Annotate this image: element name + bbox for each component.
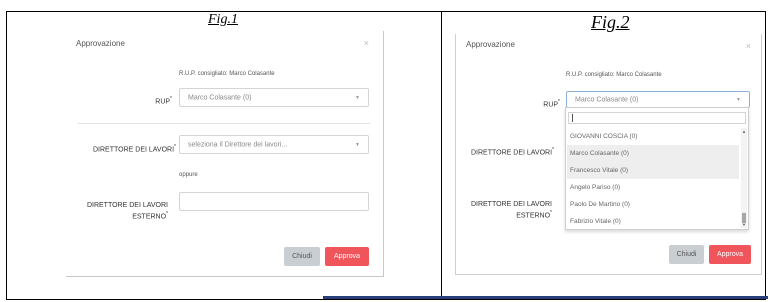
rup-select[interactable]: Marco Colasante (0) ▼ — [179, 88, 369, 107]
dropdown-option[interactable]: Francesco Vitale (0) — [567, 162, 739, 179]
direttore-select[interactable]: seleziona il Direttore dei lavori... ▼ — [179, 135, 369, 154]
close-icon[interactable]: × — [746, 41, 751, 51]
dropdown-option[interactable]: Marco Colasante (0) — [567, 145, 739, 162]
direttore-label: DIRETTORE DEI LAVORI* — [93, 144, 176, 154]
fig1-caption: Fig.1 — [208, 12, 238, 27]
dropdown-option[interactable]: GIOVANNI COSCIA (0) — [567, 128, 739, 145]
fig2-caption: Fig.2 — [591, 12, 630, 32]
dropdown-option[interactable]: Paolo De Martino (0) — [567, 196, 739, 213]
caret-down-icon: ▼ — [355, 94, 360, 101]
scroll-down-icon[interactable]: ▼ — [742, 222, 746, 227]
dropdown-option[interactable]: Fabrizio Vitale (0) — [567, 213, 739, 229]
caret-down-icon: ▼ — [355, 141, 360, 148]
direttore-select-placeholder: seleziona il Direttore dei lavori... — [188, 141, 288, 148]
rup-hint: R.U.P. consigliato: Marco Colasante — [179, 71, 275, 77]
rup-label: RUP* — [543, 99, 560, 109]
approve-button[interactable]: Approva — [325, 247, 369, 266]
figure-divider — [441, 11, 442, 300]
scroll-up-icon[interactable]: ▲ — [742, 129, 746, 134]
rup-select[interactable]: Marco Colasante (0) ▼ — [566, 91, 750, 108]
section-divider — [78, 123, 370, 124]
dialog-title: Approvazione — [76, 39, 125, 48]
dropdown-scrollbar[interactable]: ▲ ▼ — [741, 128, 747, 228]
bottom-rule — [323, 296, 768, 299]
rup-dropdown-list: GIOVANNI COSCIA (0) Marco Colasante (0) … — [565, 107, 749, 230]
close-button[interactable]: Chiudi — [284, 247, 320, 266]
text-cursor — [572, 114, 573, 122]
dialog-title: Approvazione — [466, 40, 515, 49]
direttore-esterno-label: DIRETTORE DEI LAVORI ESTERNO* — [470, 201, 552, 220]
dropdown-option[interactable]: Angelo Pariso (0) — [567, 179, 739, 196]
close-icon[interactable]: × — [364, 38, 369, 48]
approve-button[interactable]: Approva — [709, 245, 751, 264]
dropdown-search-input[interactable] — [568, 112, 746, 124]
direttore-esterno-input[interactable] — [179, 192, 369, 211]
direttore-esterno-label: DIRETTORE DEI LAVORI ESTERNO* — [86, 202, 168, 221]
caret-down-icon: ▼ — [736, 96, 741, 103]
oppure-text: oppure — [179, 172, 198, 178]
close-button[interactable]: Chiudi — [669, 245, 704, 264]
approval-dialog-fig1: Approvazione × R.U.P. consigliato: Marco… — [66, 31, 384, 277]
rup-select-value: Marco Colasante (0) — [575, 96, 639, 103]
rup-hint: R.U.P. consigliato: Marco Colasante — [566, 72, 662, 78]
direttore-label: DIRETTORE DEI LAVORI* — [471, 147, 554, 157]
rup-select-value: Marco Colasante (0) — [188, 94, 252, 101]
rup-label: RUP* — [155, 96, 172, 106]
